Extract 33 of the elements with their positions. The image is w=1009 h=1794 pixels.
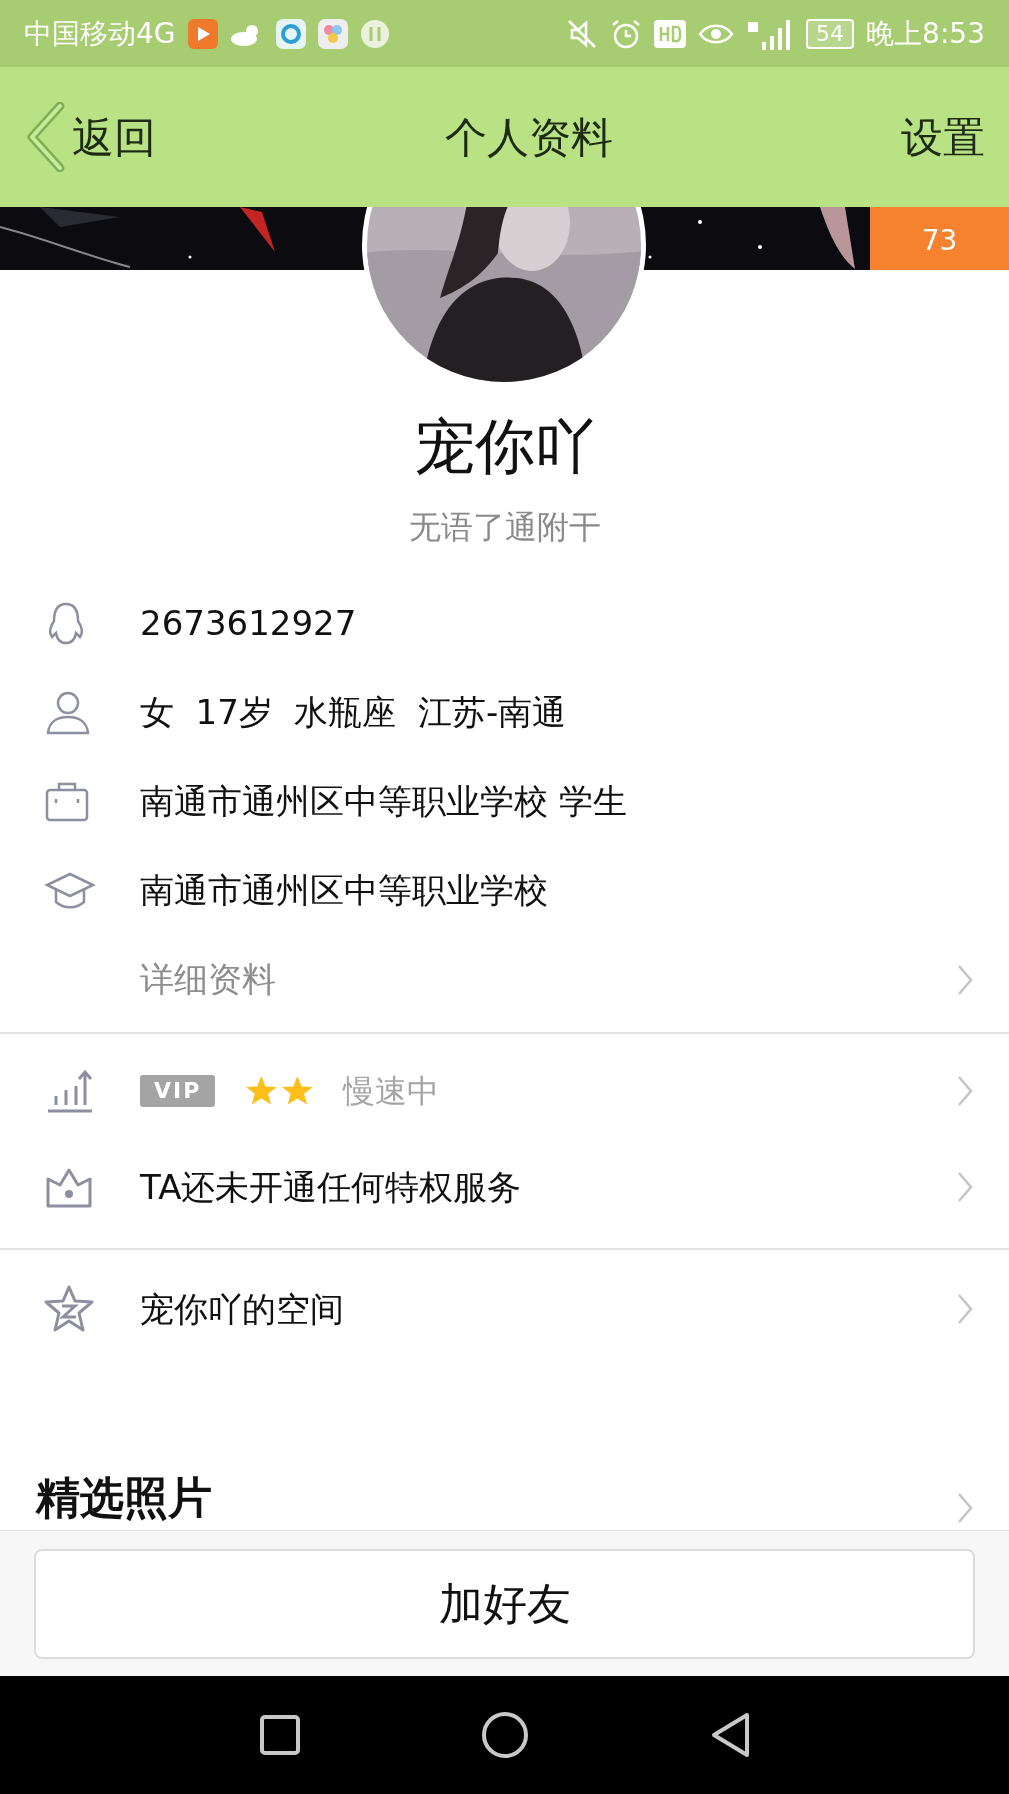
carrier-text: 中国移动4G	[24, 15, 176, 52]
chevron-right-icon	[957, 1492, 973, 1524]
battery-indicator: 54	[806, 18, 855, 49]
info-text: 南通市通州区中等职业学校 学生	[140, 780, 627, 823]
page-title: 个人资料	[444, 111, 613, 164]
vip-badge: VIP	[140, 1075, 216, 1107]
briefcase-icon	[44, 780, 90, 823]
graduation-cap-icon	[44, 870, 96, 911]
privilege-row[interactable]: TA还未开通任何特权服务	[0, 1142, 1009, 1232]
info-text: 南通市通州区中等职业学校	[140, 869, 548, 912]
level-status: 慢速中	[343, 1071, 440, 1112]
info-text: 2673612927	[140, 602, 357, 645]
add-friend-button[interactable]: 加好友	[34, 1548, 975, 1659]
profile-name: 宠你吖	[413, 411, 596, 481]
hd-icon	[654, 19, 687, 48]
video-app-icon	[187, 18, 218, 49]
app-icon	[275, 18, 306, 49]
chevron-right-icon	[957, 1171, 973, 1203]
back-button[interactable]: 返回	[24, 102, 156, 172]
settings-button[interactable]: 设置	[901, 105, 985, 169]
photos-heading: 精选照片	[36, 1472, 212, 1524]
profile-signature: 无语了通附干	[407, 507, 602, 548]
chevron-right-icon	[957, 1075, 973, 1107]
chevron-right-icon	[957, 1293, 973, 1325]
flower-app-icon	[317, 18, 348, 49]
square-icon[interactable]	[258, 1714, 301, 1756]
home-circle-icon[interactable]	[480, 1711, 529, 1759]
star-outline-icon	[42, 1284, 96, 1334]
clock-text: 晚上8:53	[866, 15, 985, 52]
person-icon	[44, 689, 92, 736]
chevron-right-icon	[957, 963, 973, 996]
space-row[interactable]: 宠你吖的空间	[0, 1254, 1009, 1364]
info-text: 女 17岁 水瓶座 江苏-南通	[140, 691, 567, 734]
